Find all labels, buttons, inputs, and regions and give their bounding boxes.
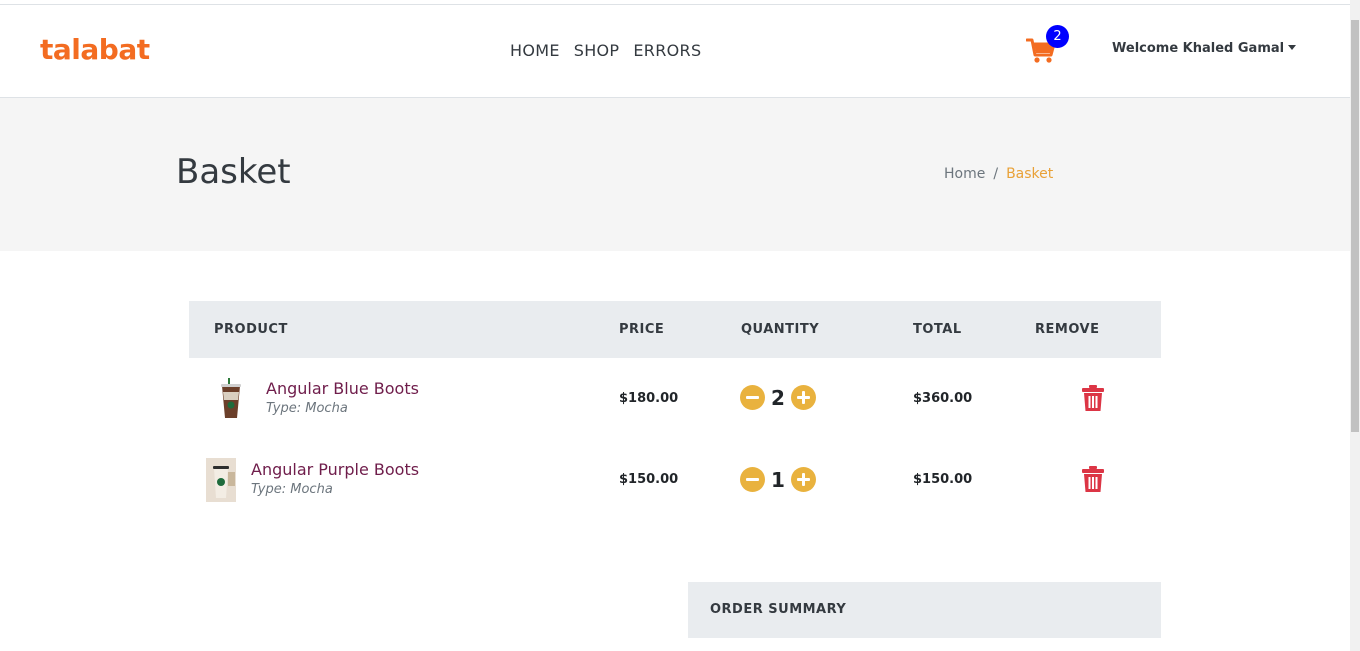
product-price: $180.00 — [619, 391, 679, 406]
nav-home[interactable]: HOME — [510, 41, 560, 60]
page-scrollbar[interactable] — [1350, 0, 1360, 651]
product-total: $150.00 — [913, 472, 973, 487]
order-summary-title: ORDER SUMMARY — [710, 602, 847, 617]
header-product: PRODUCT — [214, 322, 288, 337]
quantity-value: 1 — [771, 467, 785, 492]
basket-table-header: PRODUCT PRICE QUANTITY TOTAL REMOVE — [189, 301, 1161, 358]
header-remove: REMOVE — [1035, 322, 1100, 337]
page-banner: Basket Home / Basket — [0, 98, 1350, 251]
minus-icon — [746, 478, 759, 481]
quantity-stepper: 1 — [740, 467, 816, 492]
product-name-link[interactable]: Angular Purple Boots — [251, 460, 419, 479]
product-thumbnail — [206, 458, 236, 502]
table-row: Angular Blue Boots Type: Mocha $180.00 2… — [189, 358, 1161, 438]
welcome-text: Welcome Khaled Gamal — [1112, 41, 1285, 56]
product-type: Type: Mocha — [251, 482, 333, 497]
header-price: PRICE — [619, 322, 665, 337]
breadcrumb-current: Basket — [1006, 166, 1054, 182]
site-header: talabat HOME SHOP ERRORS 2 Welcome Khale… — [0, 5, 1350, 98]
product-thumbnail — [221, 378, 241, 418]
minus-icon — [746, 396, 759, 399]
order-summary-header: ORDER SUMMARY — [688, 582, 1161, 638]
user-menu-toggle[interactable]: Welcome Khaled Gamal — [1112, 41, 1297, 56]
scrollbar-thumb[interactable] — [1351, 20, 1359, 432]
breadcrumb-separator: / — [993, 166, 999, 182]
product-price: $150.00 — [619, 472, 679, 487]
header-total: TOTAL — [913, 322, 962, 337]
increment-button[interactable] — [791, 467, 816, 492]
cart-count-badge: 2 — [1046, 25, 1069, 48]
quantity-value: 2 — [771, 385, 785, 410]
product-type: Type: Mocha — [266, 401, 348, 416]
main-nav: HOME SHOP ERRORS — [510, 41, 701, 60]
product-name-link[interactable]: Angular Blue Boots — [266, 379, 419, 398]
page-title: Basket — [176, 152, 291, 192]
nav-shop[interactable]: SHOP — [574, 41, 620, 60]
table-row: Angular Purple Boots Type: Mocha $150.00… — [189, 438, 1161, 518]
product-total: $360.00 — [913, 391, 973, 406]
breadcrumb-home[interactable]: Home — [944, 166, 985, 182]
trash-icon[interactable] — [1082, 466, 1104, 492]
header-quantity: QUANTITY — [741, 322, 820, 337]
caret-down-icon — [1288, 45, 1297, 50]
decrement-button[interactable] — [740, 467, 765, 492]
quantity-stepper: 2 — [740, 385, 816, 410]
brand-logo[interactable]: talabat — [40, 33, 150, 66]
trash-icon[interactable] — [1082, 385, 1104, 411]
nav-errors[interactable]: ERRORS — [633, 41, 701, 60]
breadcrumb: Home / Basket — [944, 166, 1053, 182]
decrement-button[interactable] — [740, 385, 765, 410]
increment-button[interactable] — [791, 385, 816, 410]
